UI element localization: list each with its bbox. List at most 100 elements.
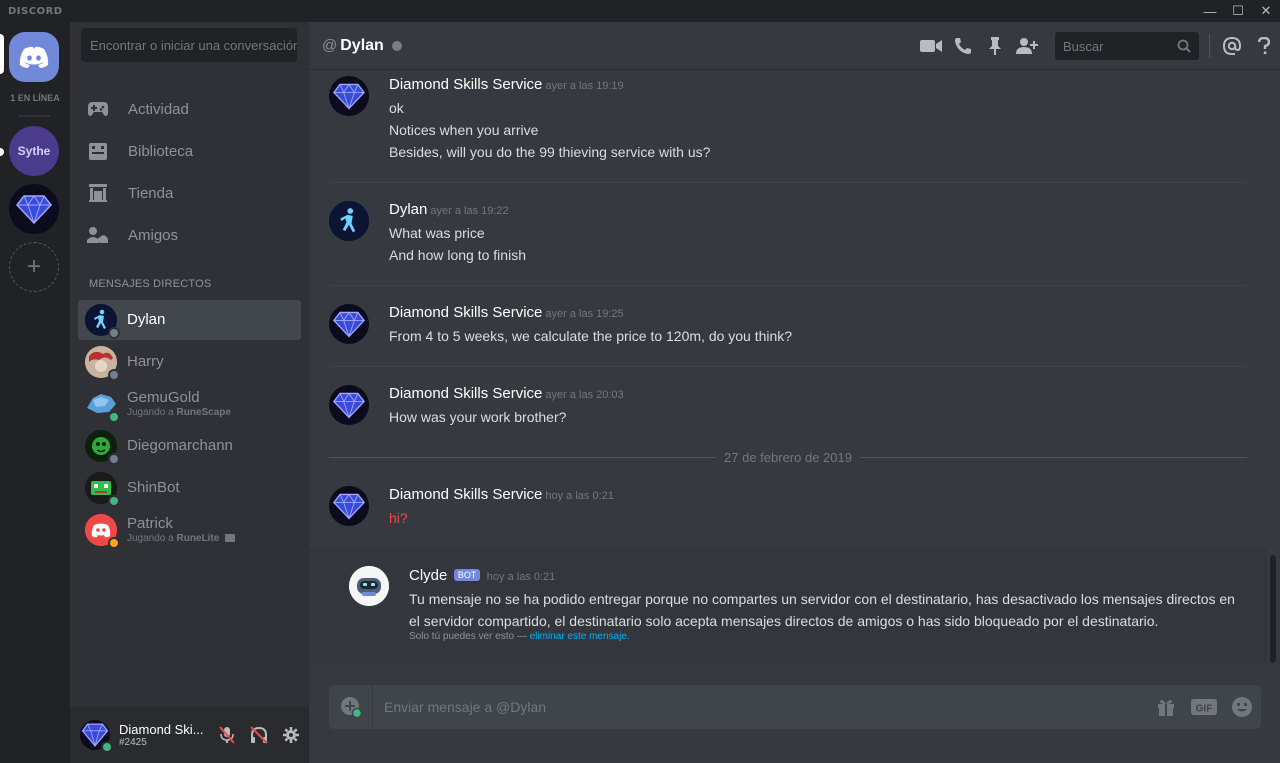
message-author[interactable]: Dylan [389,201,427,218]
guild-separator [19,115,51,117]
scrollbar[interactable] [1270,555,1276,663]
avatar[interactable] [329,76,369,116]
message-author[interactable]: Diamond Skills Service [389,486,542,503]
close-button[interactable]: ✕ [1252,0,1280,22]
avatar[interactable] [329,304,369,344]
message-text: And how long to finish [389,247,526,263]
upload-button[interactable] [329,685,373,729]
dm-item-patrick[interactable]: Patrick Jugando a RuneLite [78,510,301,550]
status-indicator [108,453,120,465]
date-separator: 27 de febrero de 2019 [329,449,1247,465]
nav-library[interactable]: Biblioteca [78,131,301,171]
search-placeholder: Buscar [1063,38,1104,54]
message-timestamp: ayer a las 19:19 [545,80,624,92]
message-text: Besides, will you do the 99 thieving ser… [389,144,711,160]
library-icon [87,140,109,162]
chat-area: @ Dylan Buscar Diamond Skills Service ay… [309,22,1280,763]
mute-button[interactable] [211,719,243,751]
gif-button[interactable]: GIF [1185,685,1223,729]
status-indicator [391,40,402,51]
mentions-button[interactable] [1216,30,1248,62]
dm-item-diegomarchann[interactable]: Diegomarchann [78,426,301,466]
date-separator-label: 27 de febrero de 2019 [724,449,852,465]
message-author[interactable]: Diamond Skills Service [389,76,542,93]
message-header: Diamond Skills Service ayer a las 20:03 [389,385,624,403]
at-icon: @ [322,37,338,54]
minimize-button[interactable]: — [1196,0,1224,22]
server-diamond[interactable] [9,184,59,234]
status-indicator [108,537,120,549]
status-indicator [108,369,120,381]
avatar[interactable] [329,385,369,425]
message-header: Diamond Skills Service ayer a las 19:19 [389,76,624,94]
dm-item-harry[interactable]: Harry [78,342,301,382]
nav-store[interactable]: Tienda [78,173,301,213]
pinned-messages-button[interactable] [979,30,1011,62]
video-camera-icon [920,40,942,52]
deafen-button[interactable] [243,719,275,751]
message-header: Diamond Skills Service ayer a las 19:25 [389,304,624,322]
avatar [85,472,120,507]
diamond-icon [333,83,365,110]
message-author[interactable]: Diamond Skills Service [389,304,542,321]
search-icon [1177,39,1191,53]
dm-item-shinbot[interactable]: ShinBot [78,468,301,508]
dm-search-input[interactable]: Encontrar o iniciar una conversación [81,28,297,62]
dm-item-gemugold[interactable]: GemuGold Jugando a RuneScape [78,384,301,424]
clyde-system-message: Clyde BOT hoy a las 0:21 Tu mensaje no s… [309,548,1267,663]
help-button[interactable] [1248,30,1280,62]
settings-button[interactable] [275,719,307,751]
home-button[interactable] [9,32,59,82]
message-group: Diamond Skills Service ayer a las 20:03 H… [329,385,1247,435]
dm-name: ShinBot [127,479,180,496]
maximize-button[interactable]: ☐ [1224,0,1252,22]
dm-activity: Jugando a RuneLite [127,533,236,545]
gift-icon [1158,700,1174,716]
nav-activity-label: Actividad [128,100,189,118]
diamond-icon [333,493,365,520]
nav-friends[interactable]: Amigos [78,215,301,255]
gamepad-icon [87,98,109,120]
avatar[interactable] [329,486,369,526]
add-friend-button[interactable] [1011,30,1043,62]
dm-item-dylan[interactable]: Dylan [78,300,301,340]
message-group: Diamond Skills Service hoy a las 0:21 hi? [329,486,1247,536]
clyde-avatar[interactable] [349,566,389,606]
message-author[interactable]: Clyde [409,567,447,584]
help-icon [1258,37,1270,55]
avatar [85,346,120,381]
message-input[interactable]: Enviar mensaje a @Dylan [373,699,1147,715]
message-text: How was your work brother? [389,409,567,425]
status-indicator [108,411,120,423]
voice-call-button[interactable] [947,30,979,62]
nav-activity[interactable]: Actividad [78,89,301,129]
friends-icon [87,224,109,246]
delete-message-link[interactable]: eliminar este mensaje. [530,631,630,642]
gif-icon: GIF [1191,699,1217,715]
dm-name: Dylan [127,311,166,328]
microphone-muted-icon [219,726,235,744]
gift-button[interactable] [1147,685,1185,729]
message-divider [329,285,1247,286]
add-server-button[interactable]: + [9,242,59,292]
mention-icon [1223,37,1241,55]
video-call-button[interactable] [915,30,947,62]
avatar[interactable] [329,201,369,241]
emoji-button[interactable] [1223,685,1261,729]
server-sythe-label: Sythe [17,144,51,158]
server-sythe[interactable]: Sythe [9,126,59,176]
user-avatar[interactable] [80,720,113,753]
nav-library-label: Biblioteca [128,142,194,160]
status-indicator [108,327,120,339]
message-timestamp: ayer a las 19:25 [545,308,624,320]
search-input[interactable]: Buscar [1055,32,1199,60]
diamond-icon [16,195,52,224]
diamond-icon [333,392,365,419]
message-author[interactable]: Diamond Skills Service [389,385,542,402]
message-text: ok [389,100,404,116]
message-group: Diamond Skills Service ayer a las 19:19 o… [329,76,1247,172]
robot-icon [349,566,389,606]
ephemeral-note: Solo tú puedes ver esto — eliminar este … [409,631,630,642]
bot-badge: BOT [453,569,481,581]
phone-icon [955,38,971,54]
